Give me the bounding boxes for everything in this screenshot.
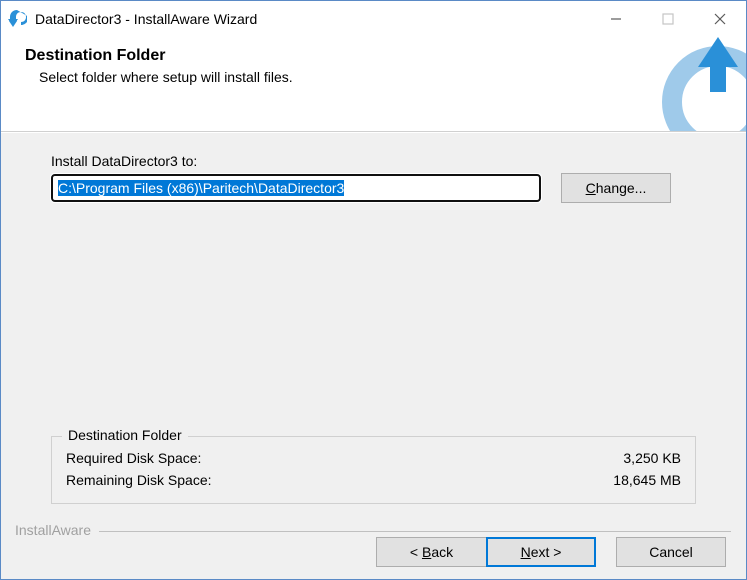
disk-space-groupbox: Destination Folder Required Disk Space: … xyxy=(51,436,696,504)
minimize-button[interactable] xyxy=(590,1,642,37)
page-title: Destination Folder xyxy=(25,47,646,65)
remaining-value: 18,645 MB xyxy=(613,469,681,491)
titlebar: DataDirector3 - InstallAware Wizard xyxy=(1,1,746,37)
maximize-button xyxy=(642,1,694,37)
remaining-label: Remaining Disk Space: xyxy=(66,469,212,491)
app-icon xyxy=(7,9,27,29)
footer-brand: InstallAware xyxy=(15,522,91,538)
close-button[interactable] xyxy=(694,1,746,37)
path-row: Change... xyxy=(51,173,696,203)
nav-pair: < Back Next > xyxy=(376,537,596,567)
install-path-input[interactable] xyxy=(51,174,541,202)
change-button[interactable]: Change... xyxy=(561,173,671,203)
required-value: 3,250 KB xyxy=(623,447,681,469)
next-button[interactable]: Next > xyxy=(486,537,596,567)
cancel-button[interactable]: Cancel xyxy=(616,537,726,567)
wizard-content: Install DataDirector3 to: Change... Dest… xyxy=(1,132,746,514)
wizard-footer: InstallAware < Back Next > Cancel xyxy=(1,514,746,579)
remaining-row: Remaining Disk Space: 18,645 MB xyxy=(66,469,681,491)
groupbox-legend: Destination Folder xyxy=(62,427,188,443)
required-row: Required Disk Space: 3,250 KB xyxy=(66,447,681,469)
installer-window: DataDirector3 - InstallAware Wizard Dest… xyxy=(0,0,747,580)
install-to-label: Install DataDirector3 to: xyxy=(51,153,696,169)
window-title: DataDirector3 - InstallAware Wizard xyxy=(35,11,257,27)
required-label: Required Disk Space: xyxy=(66,447,201,469)
wizard-header: Destination Folder Select folder where s… xyxy=(1,37,746,132)
page-subtitle: Select folder where setup will install f… xyxy=(39,69,646,85)
header-logo-icon xyxy=(646,37,746,131)
back-button[interactable]: < Back xyxy=(376,537,486,567)
window-controls xyxy=(590,1,746,37)
